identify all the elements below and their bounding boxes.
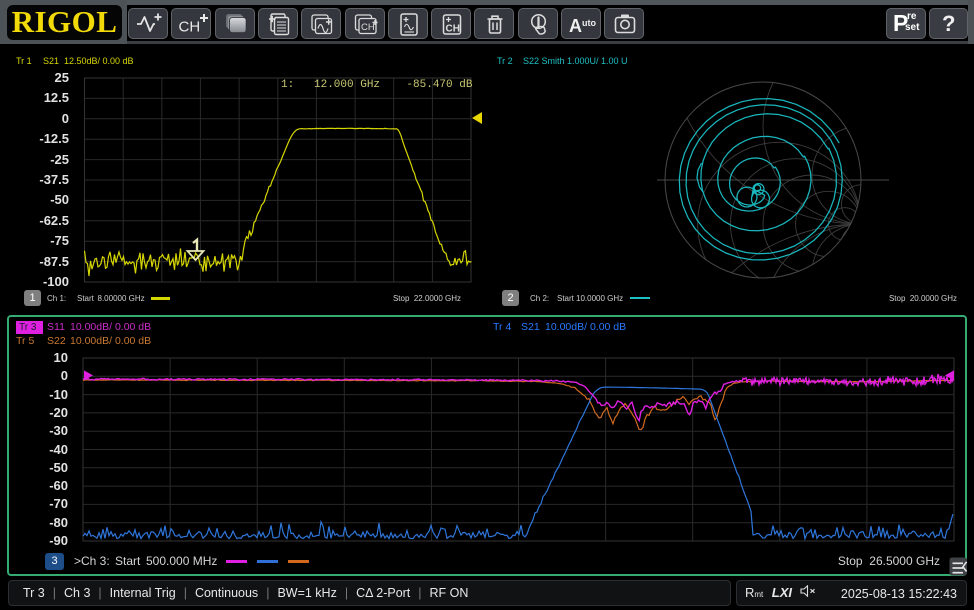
svg-text:CH: CH bbox=[361, 22, 375, 33]
svg-text:A: A bbox=[569, 16, 582, 36]
svg-text:CH: CH bbox=[446, 24, 460, 35]
svg-text:CH: CH bbox=[179, 19, 201, 36]
svg-text:uto: uto bbox=[582, 18, 596, 28]
